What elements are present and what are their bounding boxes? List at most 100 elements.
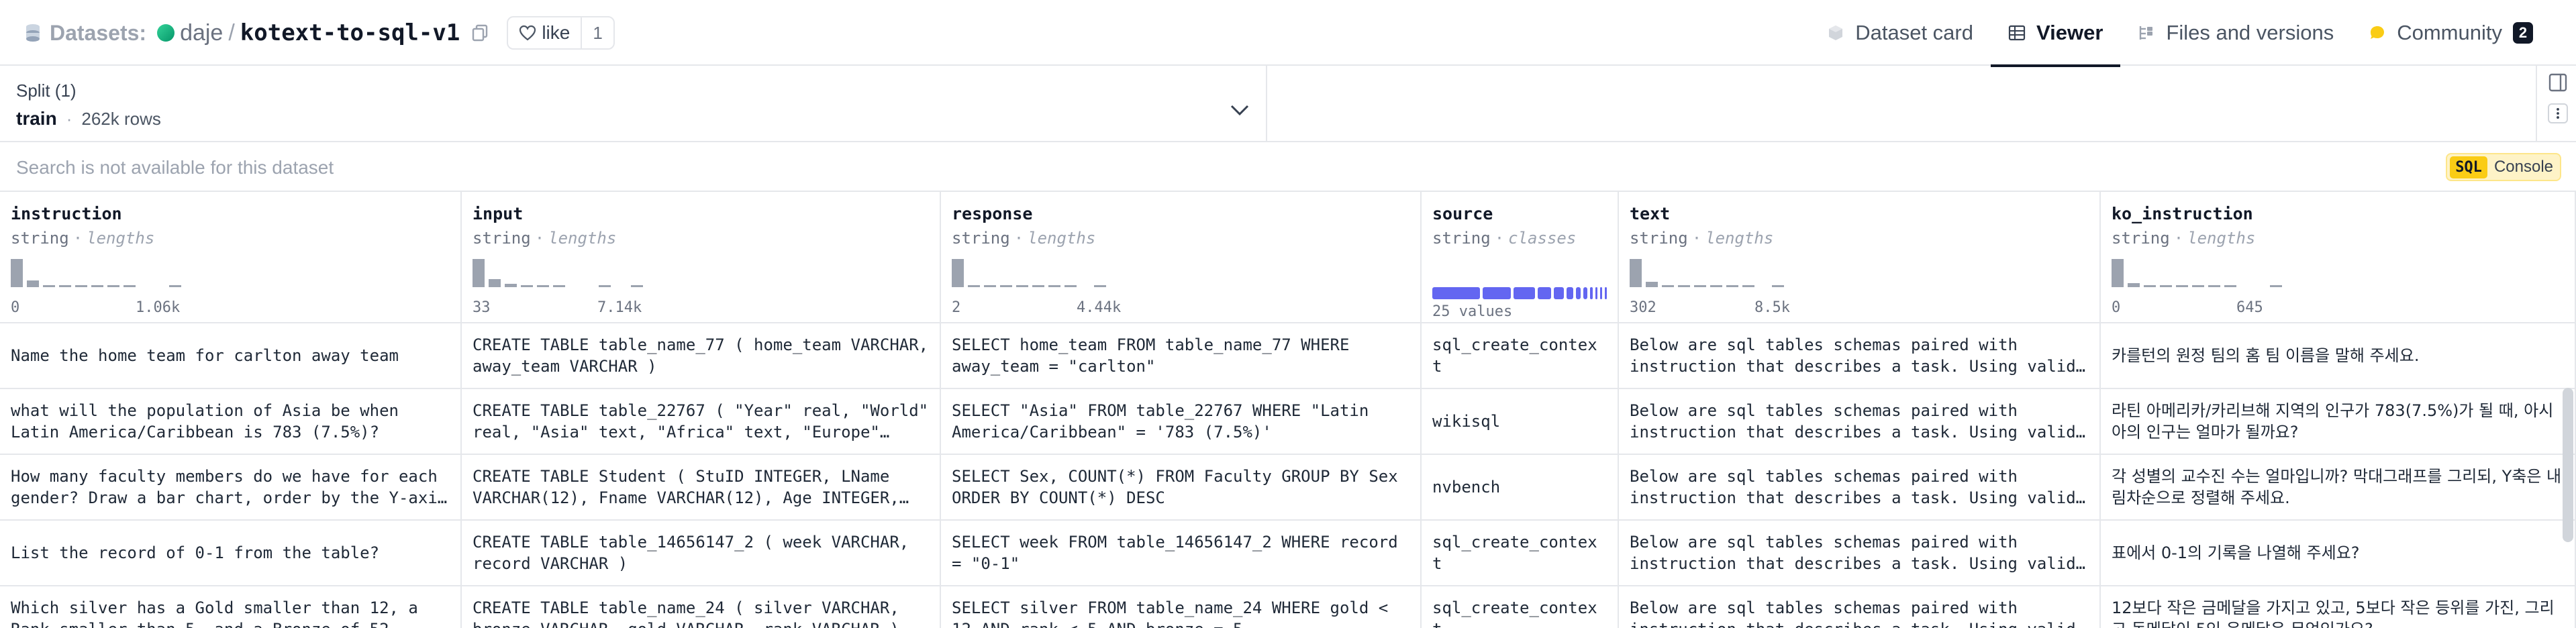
panel-toggle-icon[interactable] — [2548, 72, 2568, 93]
column-header[interactable]: source string · classes 25 values — [1422, 192, 1618, 323]
histogram-bar[interactable] — [2192, 285, 2204, 287]
histogram-bar[interactable] — [43, 285, 55, 287]
table-cell[interactable]: CREATE TABLE table_22767 ( "Year" real, … — [462, 389, 940, 455]
table-cell[interactable]: Below are sql tables schemas paired with… — [1619, 389, 2099, 455]
table-cell[interactable]: Below are sql tables schemas paired with… — [1619, 521, 2099, 586]
table-cell[interactable]: 표에서 0-1의 기록을 나열해 주세요? — [2101, 521, 2575, 586]
like-count[interactable]: 1 — [581, 17, 613, 48]
like-toggle[interactable]: like — [508, 17, 581, 48]
histogram-bar[interactable] — [631, 285, 643, 287]
table-cell[interactable]: SELECT "Asia" FROM table_22767 WHERE "La… — [941, 389, 1420, 455]
table-cell[interactable]: sql_create_context — [1422, 521, 1618, 586]
table-cell[interactable]: Name the home team for carlton away team — [0, 323, 460, 389]
class-segment[interactable] — [1432, 287, 1481, 299]
histogram-bar[interactable] — [489, 279, 501, 287]
table-scrollbar[interactable] — [2563, 388, 2573, 542]
class-segment[interactable] — [1537, 287, 1552, 299]
histogram-bar[interactable] — [1662, 285, 1674, 287]
datasets-label[interactable]: Datasets: — [50, 21, 146, 46]
table-cell[interactable]: CREATE TABLE table_name_24 ( silver VARC… — [462, 586, 940, 628]
table-cell[interactable]: SELECT silver FROM table_name_24 WHERE g… — [941, 586, 1420, 628]
owner-avatar[interactable] — [157, 24, 175, 42]
histogram-bar[interactable] — [473, 259, 485, 287]
length-histogram[interactable] — [1630, 259, 1818, 287]
histogram-bar[interactable] — [59, 285, 71, 287]
histogram-bar[interactable] — [1000, 285, 1012, 287]
tab-files-and-versions[interactable]: Files and versions — [2120, 0, 2351, 66]
split-selector[interactable]: Split (1) train · 262k rows — [0, 66, 1267, 141]
histogram-bar[interactable] — [1694, 285, 1706, 287]
histogram-bar[interactable] — [1772, 285, 1784, 287]
histogram-bar[interactable] — [1048, 285, 1060, 287]
table-cell[interactable]: Below are sql tables schemas paired with… — [1619, 586, 2099, 628]
histogram-bar[interactable] — [537, 285, 549, 287]
like-button[interactable]: like 1 — [507, 16, 615, 50]
table-cell[interactable]: nvbench — [1422, 455, 1618, 521]
table-cell[interactable]: SELECT Sex, COUNT(*) FROM Faculty GROUP … — [941, 455, 1420, 521]
table-cell[interactable]: sql_create_context — [1422, 323, 1618, 389]
length-histogram[interactable] — [473, 259, 660, 287]
more-options-icon[interactable] — [2548, 103, 2568, 123]
table-cell[interactable]: Below are sql tables schemas paired with… — [1619, 455, 2099, 521]
histogram-bar[interactable] — [1094, 285, 1106, 287]
histogram-bar[interactable] — [2128, 283, 2140, 287]
column-header[interactable]: text string · lengths 302 8.5k — [1619, 192, 2099, 323]
column-header[interactable]: input string · lengths 33 7.14k — [462, 192, 940, 323]
table-cell[interactable]: Below are sql tables schemas paired with… — [1619, 323, 2099, 389]
histogram-bar[interactable] — [952, 259, 964, 287]
column-header[interactable]: instruction string · lengths 0 1.06k — [0, 192, 460, 323]
length-histogram[interactable] — [2112, 259, 2299, 287]
table-cell[interactable]: wikisql — [1422, 389, 1618, 455]
histogram-bar[interactable] — [2144, 285, 2156, 287]
histogram-bar[interactable] — [2160, 285, 2172, 287]
chevron-down-icon[interactable] — [1230, 103, 1250, 117]
histogram-bar[interactable] — [505, 284, 517, 287]
copy-icon[interactable] — [470, 23, 489, 42]
histogram-bar[interactable] — [2112, 259, 2124, 287]
histogram-bar[interactable] — [2176, 285, 2188, 287]
table-cell[interactable]: 라틴 아메리카/카리브해 지역의 인구가 783(7.5%)가 될 때, 아시아… — [2101, 389, 2575, 455]
class-segment[interactable] — [1583, 287, 1587, 299]
histogram-bar[interactable] — [553, 285, 565, 287]
repo-name-link[interactable]: kotext-to-sql-v1 — [240, 19, 460, 46]
histogram-bar[interactable] — [2208, 285, 2220, 287]
sql-console-button[interactable]: SQL Console — [2446, 153, 2561, 181]
class-segment[interactable] — [1575, 287, 1581, 299]
table-cell[interactable]: 각 성별의 교수진 수는 얼마입니까? 막대그래프를 그리되, Y축은 내림차순… — [2101, 455, 2575, 521]
class-segment[interactable] — [1600, 287, 1603, 299]
table-cell[interactable]: what will the population of Asia be when… — [0, 389, 460, 455]
histogram-bar[interactable] — [1032, 285, 1044, 287]
histogram-bar[interactable] — [91, 285, 103, 287]
histogram-bar[interactable] — [1726, 285, 1738, 287]
table-cell[interactable]: List the record of 0-1 from the table? — [0, 521, 460, 586]
table-cell[interactable]: Which silver has a Gold smaller than 12,… — [0, 586, 460, 628]
histogram-bar[interactable] — [984, 285, 996, 287]
histogram-bar[interactable] — [1646, 282, 1658, 287]
table-cell[interactable]: SELECT home_team FROM table_name_77 WHER… — [941, 323, 1420, 389]
class-distribution-bar[interactable] — [1432, 287, 1607, 299]
length-histogram[interactable] — [11, 259, 199, 287]
class-segment[interactable] — [1595, 287, 1598, 299]
class-segment[interactable] — [1483, 287, 1511, 299]
histogram-bar[interactable] — [2224, 285, 2236, 287]
column-header[interactable]: ko_instruction string · lengths 0 645 — [2101, 192, 2575, 323]
table-cell[interactable]: 12보다 작은 금메달을 가지고 있고, 5보다 작은 등위를 가진, 그리고 … — [2101, 586, 2575, 628]
class-segment[interactable] — [1567, 287, 1573, 299]
histogram-bar[interactable] — [2270, 285, 2282, 287]
histogram-bar[interactable] — [968, 285, 980, 287]
histogram-bar[interactable] — [599, 285, 611, 287]
histogram-bar[interactable] — [1064, 285, 1077, 287]
histogram-bar[interactable] — [75, 285, 87, 287]
tab-community[interactable]: Community 2 — [2351, 0, 2550, 66]
owner-link[interactable]: daje — [180, 20, 223, 46]
table-cell[interactable]: CREATE TABLE table_name_77 ( home_team V… — [462, 323, 940, 389]
table-cell[interactable]: CREATE TABLE table_14656147_2 ( week VAR… — [462, 521, 940, 586]
histogram-bar[interactable] — [521, 285, 533, 287]
class-segment[interactable] — [1513, 287, 1535, 299]
histogram-bar[interactable] — [1016, 285, 1028, 287]
histogram-bar[interactable] — [107, 285, 119, 287]
table-cell[interactable]: 카를턴의 원정 팀의 홈 팀 이름을 말해 주세요. — [2101, 323, 2575, 389]
table-cell[interactable]: sql_create_context — [1422, 586, 1618, 628]
tab-dataset-card[interactable]: Dataset card — [1810, 0, 1991, 66]
histogram-bar[interactable] — [1630, 259, 1642, 287]
